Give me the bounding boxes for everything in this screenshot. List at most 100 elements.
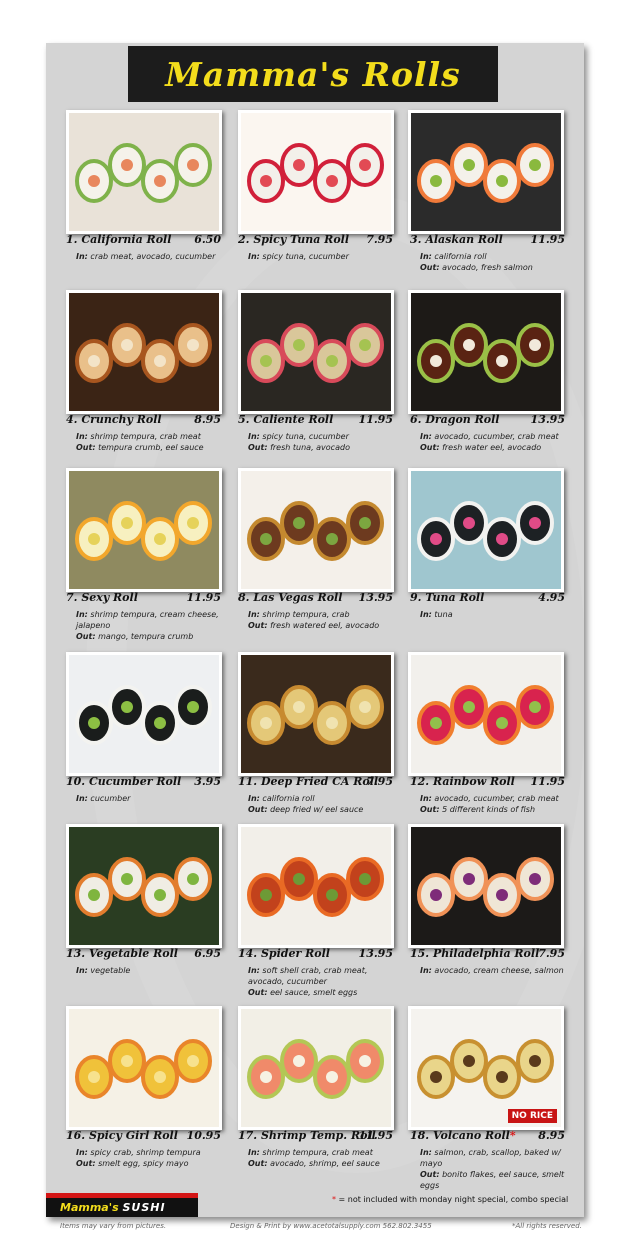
item-out: avocado, shrimp, eel sauce (270, 1159, 380, 1168)
out-label: Out: (248, 805, 268, 814)
item-price: 11.95 (530, 233, 565, 246)
in-label: In: (248, 610, 260, 619)
roll-photo (238, 110, 394, 234)
roll-photo (408, 290, 564, 414)
item-title-row: 18. Volcano Roll* 8.95 (410, 1129, 565, 1142)
item-description: In: cucumber (76, 793, 226, 804)
item-in-line: In: spicy crab, shrimp tempura (76, 1147, 226, 1158)
item-in: spicy tuna, cucumber (262, 252, 349, 261)
in-label: In: (248, 794, 260, 803)
roll-photo (66, 1006, 222, 1130)
out-label: Out: (248, 443, 268, 452)
item-description: In: spicy tuna, cucumber (248, 251, 398, 262)
roll-photo (66, 468, 222, 592)
item-out: bonito flakes, eel sauce, smelt eggs (420, 1170, 565, 1190)
item-out-line: Out: fresh watered eel, avocado (248, 620, 398, 631)
item-name: 14. Spider Roll (238, 947, 330, 960)
menu-item: 8. Las Vegas Roll 13.95 In: shrimp tempura… (218, 468, 394, 640)
item-price: 4.95 (538, 591, 565, 604)
item-name: 7. Sexy Roll (66, 591, 138, 604)
roll-photo (66, 110, 222, 234)
item-title-row: 12. Rainbow Roll 11.95 (410, 775, 565, 788)
item-title-row: 15. Philadelphia Roll 7.95 (410, 947, 565, 960)
item-out: eel sauce, smelt eggs (270, 988, 358, 997)
item-out-line: Out: deep fried w/ eel sauce (248, 804, 398, 815)
item-in-line: In: avocado, cucumber, crab meat (420, 793, 570, 804)
item-price: 11.95 (358, 1129, 393, 1142)
item-in-line: In: cucumber (76, 793, 226, 804)
menu-item: 15. Philadelphia Roll 7.95 In: avocado, cr… (390, 824, 566, 996)
item-price: 6.50 (194, 233, 221, 246)
menu-item: 1. California Roll 6.50 In: crab meat, avo… (46, 110, 222, 282)
item-name: 16. Spicy Girl Roll (66, 1129, 178, 1142)
roll-photo (408, 468, 564, 592)
item-description: In: shrimp tempura, crab Out: fresh water… (248, 609, 398, 631)
item-name: 4. Crunchy Roll (66, 413, 162, 426)
roll-photo (238, 1006, 394, 1130)
item-out: deep fried w/ eel sauce (270, 805, 364, 814)
in-label: In: (76, 432, 88, 441)
item-in: spicy tuna, cucumber (262, 432, 349, 441)
item-description: In: avocado, cucumber, crab meat Out: fre… (420, 431, 570, 453)
item-name: 11. Deep Fried CA Roll (238, 775, 379, 788)
item-in: soft shell crab, crab meat, avocado, cuc… (248, 966, 368, 986)
roll-photo (238, 652, 394, 776)
item-title-row: 2. Spicy Tuna Roll 7.95 (238, 233, 393, 246)
item-description: In: shrimp tempura, cream cheese, jalape… (76, 609, 226, 642)
item-price: 7.95 (538, 947, 565, 960)
item-description: In: crab meat, avocado, cucumber (76, 251, 226, 262)
menu-item: 6. Dragon Roll 13.95 In: avocado, cucumber… (390, 290, 566, 462)
item-in: cucumber (90, 794, 131, 803)
roll-photo (66, 290, 222, 414)
item-in: vegetable (90, 966, 131, 975)
item-price: 7.95 (366, 775, 393, 788)
item-name: 3. Alaskan Roll (410, 233, 503, 246)
in-label: In: (248, 252, 260, 261)
item-description: In: california roll Out: deep fried w/ ee… (248, 793, 398, 815)
in-label: In: (248, 432, 260, 441)
out-label: Out: (420, 805, 440, 814)
item-out: fresh tuna, avocado (270, 443, 350, 452)
out-label: Out: (76, 1159, 96, 1168)
item-price: 11.95 (530, 775, 565, 788)
item-title-row: 6. Dragon Roll 13.95 (410, 413, 565, 426)
item-out: tempura crumb, eel sauce (98, 443, 204, 452)
item-out-line: Out: mango, tempura crumb (76, 631, 226, 642)
item-out: fresh water eel, avocado (442, 443, 542, 452)
item-name: 15. Philadelphia Roll (410, 947, 540, 960)
item-in-line: In: avocado, cream cheese, salmon (420, 965, 570, 976)
item-title-row: 5. Caliente Roll 11.95 (238, 413, 393, 426)
item-title-row: 17. Shrimp Temp. Roll 11.95 (238, 1129, 393, 1142)
out-label: Out: (420, 443, 440, 452)
menu-item: 13. Vegetable Roll 6.95 In: vegetable (46, 824, 222, 996)
item-name: 2. Spicy Tuna Roll (238, 233, 350, 246)
item-out: fresh watered eel, avocado (270, 621, 380, 630)
roll-photo (66, 652, 222, 776)
item-out: mango, tempura crumb (98, 632, 194, 641)
in-label: In: (76, 966, 88, 975)
item-title-row: 1. California Roll 6.50 (66, 233, 221, 246)
item-in-line: In: shrimp tempura, cream cheese, jalape… (76, 609, 226, 631)
item-in-line: In: soft shell crab, crab meat, avocado,… (248, 965, 398, 987)
item-out-line: Out: fresh tuna, avocado (248, 442, 398, 453)
item-out-line: Out: avocado, fresh salmon (420, 262, 570, 273)
item-title-row: 13. Vegetable Roll 6.95 (66, 947, 221, 960)
brand-logo: Mamma's SUSHI (46, 1193, 198, 1217)
footer-rights: *All rights reserved. (512, 1222, 582, 1230)
menu-item: 3. Alaskan Roll 11.95 In: california roll O… (390, 110, 566, 282)
item-name: 6. Dragon Roll (410, 413, 500, 426)
item-description: In: shrimp tempura, crab meat Out: avocad… (248, 1147, 398, 1169)
item-title-row: 10. Cucumber Roll 3.95 (66, 775, 221, 788)
item-in: salmon, crab, scallop, baked w/ mayo (420, 1148, 561, 1168)
item-out-line: Out: eel sauce, smelt eggs (248, 987, 398, 998)
roll-photo (66, 824, 222, 948)
item-in: avocado, cucumber, crab meat (434, 794, 559, 803)
item-description: In: vegetable (76, 965, 226, 976)
out-label: Out: (76, 632, 96, 641)
menu-item: 5. Caliente Roll 11.95 In: spicy tuna, cuc… (218, 290, 394, 462)
item-in: avocado, cucumber, crab meat (434, 432, 559, 441)
item-price: 6.95 (194, 947, 221, 960)
in-label: In: (76, 252, 88, 261)
item-title-row: 7. Sexy Roll 11.95 (66, 591, 221, 604)
menu-item: 14. Spider Roll 13.95 In: soft shell crab,… (218, 824, 394, 997)
